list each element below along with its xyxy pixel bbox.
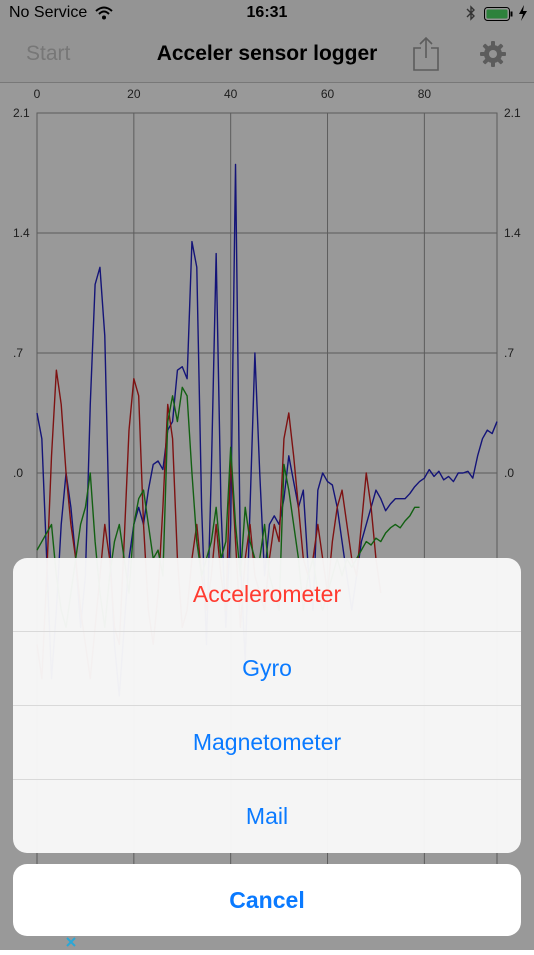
magnetometer-option[interactable]: Magnetometer (13, 706, 521, 780)
mail-option[interactable]: Mail (13, 780, 521, 853)
cancel-button[interactable]: Cancel (13, 864, 521, 936)
close-ad-icon[interactable] (65, 936, 77, 948)
accelerometer-option[interactable]: Accelerometer (13, 558, 521, 632)
action-sheet: Accelerometer Gyro Magnetometer Mail (13, 558, 521, 853)
ad-banner[interactable] (62, 936, 534, 950)
gyro-option[interactable]: Gyro (13, 632, 521, 706)
